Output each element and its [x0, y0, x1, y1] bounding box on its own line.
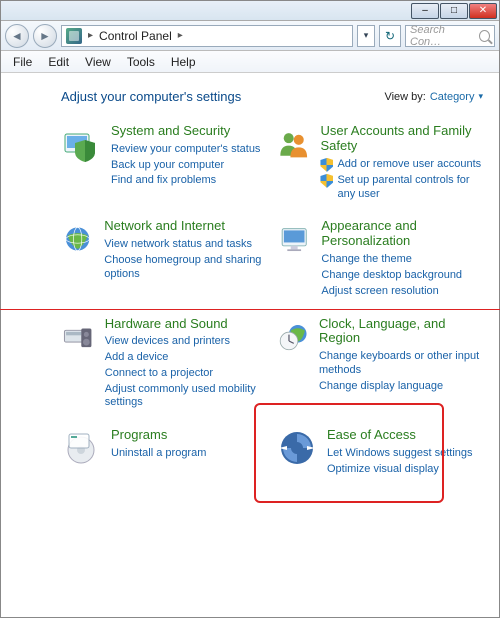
category-title[interactable]: Programs [111, 428, 206, 443]
category-title[interactable]: Network and Internet [104, 219, 267, 234]
task-link[interactable]: Change the theme [321, 253, 483, 267]
refresh-button[interactable]: ↻ [379, 25, 401, 47]
task-link[interactable]: Back up your computer [111, 159, 260, 173]
menu-tools[interactable]: Tools [119, 53, 163, 71]
breadcrumb-sep: ▸ [86, 30, 95, 41]
category-title[interactable]: System and Security [111, 124, 260, 139]
category-title[interactable]: User Accounts and Family Safety [320, 124, 483, 154]
task-link[interactable]: Change desktop background [321, 269, 483, 283]
address-dropdown-button[interactable]: ▾ [357, 25, 375, 47]
category-title[interactable]: Clock, Language, and Region [319, 317, 483, 347]
page-title: Adjust your computer's settings [61, 89, 241, 104]
task-link[interactable]: Add a device [105, 351, 267, 365]
menu-file[interactable]: File [5, 53, 40, 71]
category-network-internet: Network and Internet View network status… [61, 219, 267, 298]
task-link[interactable]: Review your computer's status [111, 143, 260, 157]
category-title[interactable]: Appearance and Personalization [321, 219, 483, 249]
menu-edit[interactable]: Edit [40, 53, 77, 71]
category-appearance: Appearance and Personalization Change th… [277, 219, 483, 298]
task-link[interactable]: Find and fix problems [111, 174, 260, 188]
appearance-icon [277, 219, 311, 259]
task-link-change-display-language[interactable]: Change display language [319, 380, 483, 394]
task-link[interactable]: Add or remove user accounts [337, 158, 481, 172]
uac-shield-icon [320, 158, 333, 172]
search-icon [479, 30, 490, 42]
viewby: View by: Category ▾ [384, 91, 483, 103]
hardware-sound-icon [61, 317, 95, 357]
task-link[interactable]: Let Windows suggest settings [327, 447, 473, 461]
task-link[interactable]: Connect to a projector [105, 367, 267, 381]
breadcrumb-sep: ▸ [176, 30, 185, 41]
task-link[interactable]: Adjust commonly used mobility settings [105, 383, 267, 411]
clock-region-icon [277, 317, 309, 357]
minimize-button[interactable]: – [411, 3, 439, 19]
category-hardware-sound: Hardware and Sound View devices and prin… [61, 317, 267, 411]
category-title[interactable]: Ease of Access [327, 428, 473, 443]
forward-button[interactable]: ► [33, 24, 57, 48]
task-link[interactable]: Optimize visual display [327, 463, 473, 477]
viewby-label: View by: [384, 91, 425, 103]
viewby-value[interactable]: Category [430, 91, 475, 103]
search-input[interactable]: Search Con… [405, 25, 495, 47]
address-bar[interactable]: ▸ Control Panel ▸ [61, 25, 353, 47]
category-programs: Programs Uninstall a program [61, 428, 267, 476]
ease-of-access-icon [277, 428, 317, 468]
category-clock-language-region: Clock, Language, and Region Change keybo… [277, 317, 483, 411]
system-security-icon [61, 124, 101, 164]
navbar: ◄ ► ▸ Control Panel ▸ ▾ ↻ Search Con… [1, 21, 499, 51]
task-link[interactable]: Change keyboards or other input methods [319, 350, 483, 378]
menu-help[interactable]: Help [163, 53, 204, 71]
network-internet-icon [61, 219, 94, 259]
control-panel-icon [66, 28, 82, 44]
uac-shield-icon [320, 174, 333, 188]
titlebar: – □ ✕ [1, 1, 499, 21]
category-title[interactable]: Hardware and Sound [105, 317, 267, 332]
task-link[interactable]: Uninstall a program [111, 447, 206, 461]
close-button[interactable]: ✕ [469, 3, 497, 19]
task-link[interactable]: Adjust screen resolution [321, 285, 483, 299]
task-link[interactable]: View devices and printers [105, 335, 267, 349]
user-accounts-icon [277, 124, 310, 164]
menubar: File Edit View Tools Help [1, 51, 499, 73]
programs-icon [61, 428, 101, 468]
back-button[interactable]: ◄ [5, 24, 29, 48]
category-ease-of-access: Ease of Access Let Windows suggest setti… [277, 428, 483, 476]
category-user-accounts: User Accounts and Family Safety Add or r… [277, 124, 483, 201]
content-area: Adjust your computer's settings View by:… [1, 73, 499, 619]
category-system-security: System and Security Review your computer… [61, 124, 267, 201]
search-placeholder: Search Con… [410, 24, 473, 48]
maximize-button[interactable]: □ [440, 3, 468, 19]
chevron-down-icon: ▾ [478, 91, 483, 102]
menu-view[interactable]: View [77, 53, 119, 71]
task-link[interactable]: Choose homegroup and sharing options [104, 254, 267, 282]
task-link[interactable]: View network status and tasks [104, 238, 267, 252]
task-link[interactable]: Set up parental controls for any user [337, 174, 483, 202]
breadcrumb[interactable]: Control Panel [99, 29, 172, 43]
